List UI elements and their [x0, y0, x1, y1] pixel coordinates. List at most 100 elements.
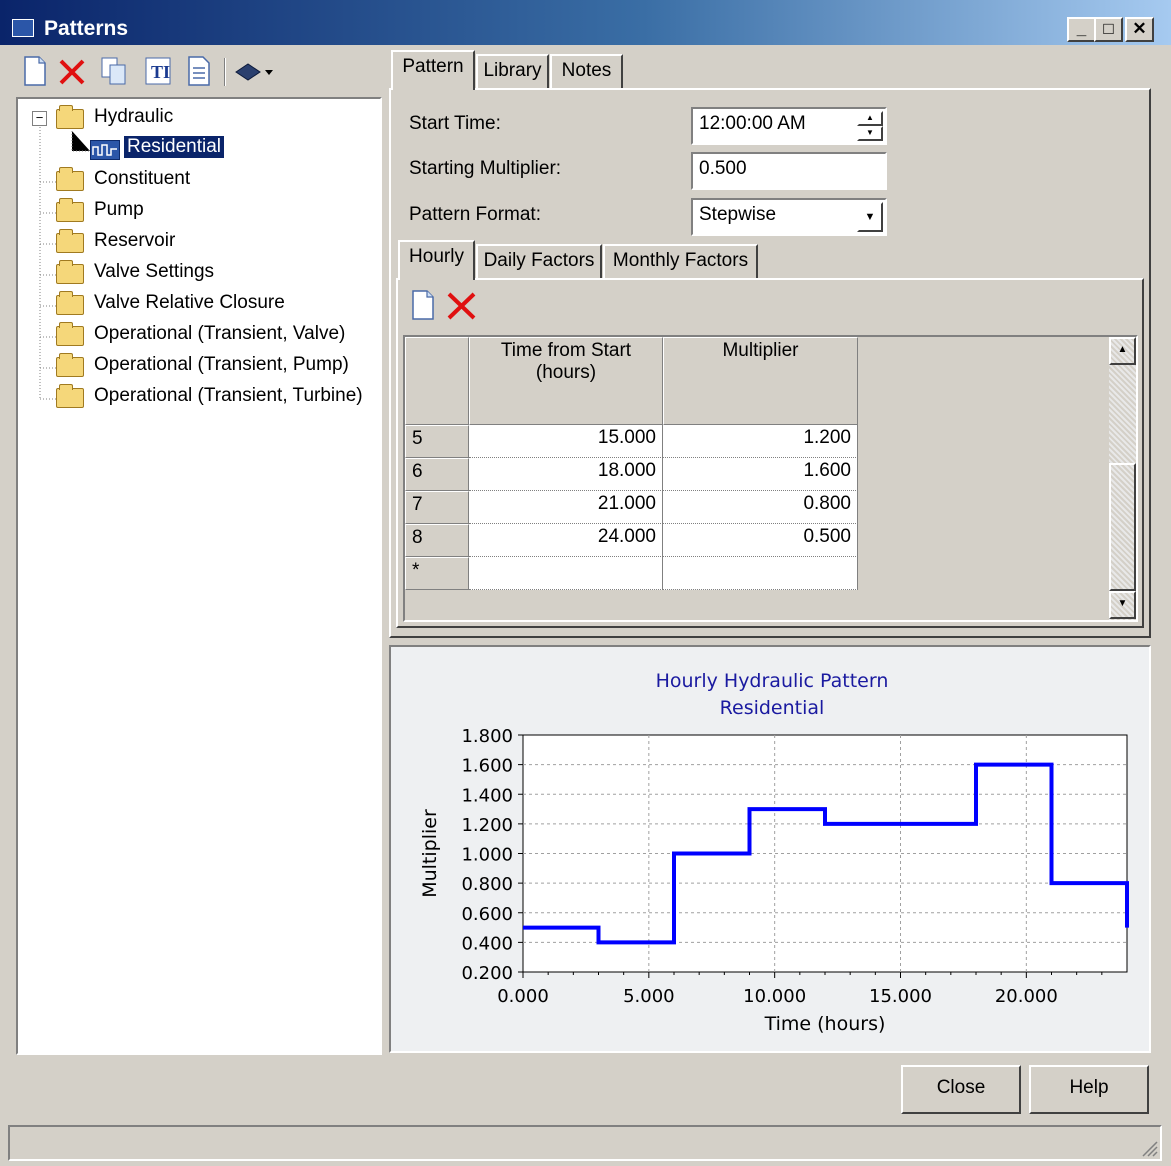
y-tick-label: 1.000 — [461, 845, 513, 866]
y-tick-label: 0.800 — [461, 874, 513, 895]
vertical-scrollbar[interactable]: ▲ ▼ — [1109, 337, 1136, 620]
row-header[interactable]: 8 — [405, 524, 469, 557]
tree-item-label: Operational (Transient, Turbine) — [94, 385, 363, 406]
folder-icon — [56, 384, 84, 408]
time-cell[interactable]: 18.000 — [469, 458, 663, 491]
folder-icon — [56, 291, 84, 315]
toolbar-separator — [224, 58, 226, 86]
pattern-icon — [90, 140, 120, 160]
x-axis-label: Time (hours) — [764, 1013, 886, 1035]
scroll-down-button[interactable]: ▼ — [1109, 591, 1136, 619]
start-time-label: Start Time: — [409, 113, 501, 134]
row-header[interactable]: 5 — [405, 425, 469, 458]
multiplier-cell[interactable]: 1.200 — [663, 425, 858, 458]
column-header-time[interactable]: Time from Start (hours) — [469, 337, 663, 425]
y-tick-label: 1.600 — [461, 756, 513, 777]
start-time-value: 12:00:00 AM — [699, 113, 806, 134]
folder-icon — [56, 229, 84, 253]
pattern-format-select[interactable]: Stepwise ▼ — [691, 198, 887, 236]
new-row-time-cell[interactable] — [469, 557, 663, 590]
folder-icon — [56, 353, 84, 377]
window-title: Patterns — [44, 17, 129, 40]
svg-text:TI: TI — [151, 62, 170, 82]
time-cell[interactable]: 24.000 — [469, 524, 663, 557]
title-bar: Patterns _ □ ✕ — [0, 0, 1171, 45]
multiplier-cell[interactable]: 0.500 — [663, 524, 858, 557]
chevron-down-icon[interactable]: ▼ — [857, 202, 883, 232]
help-button[interactable]: Help — [1029, 1065, 1149, 1114]
y-tick-label: 0.200 — [461, 963, 513, 984]
spin-up-button[interactable]: ▲ — [857, 111, 883, 126]
x-tick-label: 10.000 — [743, 986, 806, 1007]
status-bar — [8, 1125, 1162, 1161]
y-tick-label: 1.400 — [461, 785, 513, 806]
patterns-window-icon — [12, 19, 34, 37]
y-tick-label: 0.600 — [461, 904, 513, 925]
minimize-button[interactable]: _ — [1067, 17, 1096, 42]
library-dropdown-icon[interactable] — [234, 60, 278, 84]
starting-multiplier-input[interactable]: 0.500 — [691, 152, 887, 190]
tree-collapse-toggle[interactable]: − — [32, 111, 47, 126]
toolbar: TI — [16, 50, 382, 94]
pattern-format-value: Stepwise — [699, 204, 777, 225]
pattern-tree[interactable]: − Hydraulic Residential Constituent Pump R… — [16, 97, 382, 1055]
y-axis-label: Multiplier — [419, 809, 441, 898]
rename-icon[interactable]: TI — [144, 56, 172, 86]
chart-title: Hourly Hydraulic Pattern — [656, 670, 889, 692]
pattern-chart-panel: Hourly Hydraulic Pattern Residential 1.800… — [389, 645, 1151, 1053]
scroll-up-button[interactable]: ▲ — [1109, 337, 1136, 365]
new-icon[interactable] — [22, 56, 48, 86]
folder-open-icon — [56, 105, 84, 129]
new-row-marker[interactable]: * — [405, 557, 469, 590]
tree-item-label: Operational (Transient, Pump) — [94, 354, 349, 375]
tab-monthly-factors[interactable]: Monthly Factors — [603, 244, 758, 280]
x-tick-label: 20.000 — [995, 986, 1058, 1007]
delete-icon[interactable] — [58, 58, 86, 86]
pattern-format-label: Pattern Format: — [409, 204, 541, 225]
tab-library[interactable]: Library — [476, 54, 549, 90]
column-header-multiplier[interactable]: Multiplier — [663, 337, 858, 425]
tab-notes[interactable]: Notes — [550, 54, 623, 90]
row-header[interactable]: 6 — [405, 458, 469, 491]
tree-item-label: Valve Settings — [94, 261, 215, 282]
close-button[interactable]: Close — [901, 1065, 1021, 1114]
new-row-icon[interactable] — [410, 289, 436, 321]
tree-item-label: Operational (Transient, Valve) — [94, 323, 346, 344]
resize-grip-icon[interactable] — [1140, 1139, 1158, 1157]
tree-item-label: Hydraulic — [94, 106, 174, 127]
folder-icon — [56, 167, 84, 191]
time-cell[interactable]: 21.000 — [469, 491, 663, 524]
tab-pattern[interactable]: Pattern — [391, 50, 475, 90]
multiplier-cell[interactable]: 1.600 — [663, 458, 858, 491]
time-cell[interactable]: 15.000 — [469, 425, 663, 458]
x-tick-label: 15.000 — [869, 986, 932, 1007]
spin-down-button[interactable]: ▼ — [857, 126, 883, 141]
x-tick-label: 5.000 — [623, 986, 675, 1007]
tree-item-label: Valve Relative Closure — [94, 292, 285, 313]
delete-row-icon[interactable] — [446, 291, 478, 321]
grid-corner — [405, 337, 469, 425]
folder-icon — [56, 322, 84, 346]
maximize-button[interactable]: □ — [1094, 17, 1123, 42]
starting-multiplier-label: Starting Multiplier: — [409, 158, 562, 179]
x-tick-label: 0.000 — [497, 986, 549, 1007]
tab-hourly[interactable]: Hourly — [398, 240, 475, 280]
pattern-grid[interactable]: Time from Start (hours) Multiplier 5 15.0… — [403, 335, 1138, 622]
row-header[interactable]: 7 — [405, 491, 469, 524]
report-icon[interactable] — [186, 56, 212, 86]
tab-daily-factors[interactable]: Daily Factors — [476, 244, 602, 280]
multiplier-cell[interactable]: 0.800 — [663, 491, 858, 524]
folder-icon — [56, 198, 84, 222]
chart-subtitle: Residential — [720, 697, 825, 719]
y-tick-label: 0.400 — [461, 933, 513, 954]
tree-item-label: Pump — [94, 199, 144, 220]
pattern-chart: Hourly Hydraulic Pattern Residential 1.800… — [419, 670, 1129, 1035]
copy-icon[interactable] — [100, 56, 128, 86]
start-time-field[interactable]: 12:00:00 AM ▲ ▼ — [691, 107, 887, 145]
tree-item-label: Constituent — [94, 168, 191, 189]
folder-icon — [56, 260, 84, 284]
scroll-thumb[interactable] — [1109, 463, 1136, 591]
new-row-multiplier-cell[interactable] — [663, 557, 858, 590]
y-tick-label: 1.200 — [461, 815, 513, 836]
close-window-button[interactable]: ✕ — [1125, 17, 1154, 42]
